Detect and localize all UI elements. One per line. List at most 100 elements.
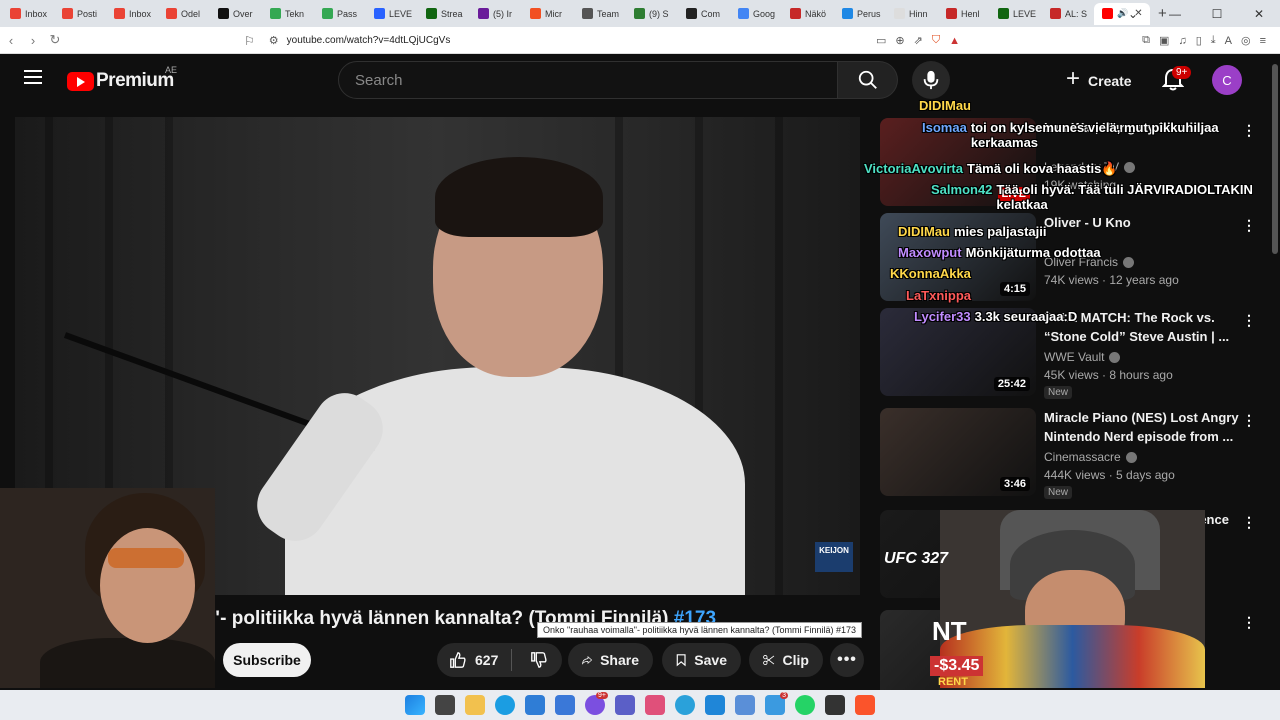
forward-icon[interactable]: › — [22, 33, 44, 48]
avatar[interactable]: C — [1212, 65, 1242, 95]
recommendation-channel[interactable]: Cinemassacre — [1044, 450, 1137, 464]
recommendation-title[interactable]: Miracle Piano (NES) Lost Angry Nintendo … — [1044, 408, 1240, 446]
browser-tab[interactable]: (5) Ir — [470, 3, 522, 25]
menu-dots-icon[interactable]: ≡ — [1260, 35, 1266, 47]
scrollbar-thumb[interactable] — [1272, 64, 1278, 254]
photos-icon[interactable] — [645, 695, 665, 715]
browser-tab[interactable]: Odel — [158, 3, 210, 25]
browser-tab[interactable]: Strea — [418, 3, 470, 25]
chat-username: Lycifer33 — [914, 309, 971, 324]
tab-label: Goog — [753, 8, 776, 19]
recommendation-title[interactable]: Oliver - U Kno — [1044, 213, 1240, 232]
site-info-icon[interactable]: ⚙ — [269, 34, 279, 47]
browser-tab[interactable]: Team — [574, 3, 626, 25]
browser-tab[interactable]: Over — [210, 3, 262, 25]
address-bar: ‹ › ↻ ⚐ ⚙ youtube.com/watch?v=4dtLQjUCgV… — [0, 27, 1280, 54]
browser-tab[interactable]: LEVE — [990, 3, 1042, 25]
voice-search-button[interactable] — [912, 61, 950, 99]
browser-tab[interactable]: Com — [678, 3, 730, 25]
recommendation-channel[interactable]: WWE Vault — [1044, 350, 1121, 364]
zoom-icon[interactable]: ⊕ — [895, 34, 904, 47]
kebab-menu-icon[interactable]: ⋮ — [1242, 312, 1256, 329]
messenger-icon[interactable]: 9+ — [585, 692, 608, 715]
browser-tab[interactable]: (9) S — [626, 3, 678, 25]
file-explorer-icon[interactable] — [465, 695, 485, 715]
windows-start-icon[interactable] — [405, 695, 425, 715]
notepad-icon[interactable] — [735, 695, 755, 715]
share-page-icon[interactable]: ⇗ — [914, 34, 923, 47]
search-input[interactable]: Search — [338, 61, 838, 99]
messages-icon[interactable]: 3 — [765, 692, 788, 715]
task-view-icon[interactable] — [435, 695, 455, 715]
browser-tab[interactable]: Henl — [938, 3, 990, 25]
browser-tab[interactable]: Pass — [314, 3, 366, 25]
shield-icon[interactable]: ⛉ — [932, 34, 940, 47]
whatsapp-icon[interactable] — [795, 695, 815, 715]
calculator-icon[interactable] — [825, 695, 845, 715]
close-window-icon[interactable]: ✕ — [1238, 7, 1280, 21]
kebab-menu-icon[interactable]: ⋮ — [1242, 217, 1256, 234]
maximize-icon[interactable]: ☐ — [1196, 7, 1238, 21]
browser-tab[interactable]: Hinn — [886, 3, 938, 25]
chat-username: Isomaa — [922, 120, 967, 135]
tab-search-icon[interactable]: ⌄ — [1112, 7, 1154, 21]
like-button[interactable]: 627 — [437, 649, 512, 671]
hamburger-menu-icon[interactable] — [24, 70, 42, 84]
telegram-icon[interactable] — [675, 695, 695, 715]
cast-icon[interactable]: ▭ — [876, 34, 886, 47]
browser-tab[interactable]: Perus — [834, 3, 886, 25]
kebab-menu-icon[interactable]: ⋮ — [1242, 614, 1256, 631]
phone-link-icon[interactable] — [555, 695, 575, 715]
video-thumbnail[interactable]: 3:46 — [880, 408, 1036, 496]
store-icon[interactable] — [525, 695, 545, 715]
youtube-premium-logo[interactable]: Premium AE — [67, 65, 177, 92]
browser-tab[interactable]: Tekn — [262, 3, 314, 25]
notification-badge: 9+ — [1172, 66, 1192, 79]
search-button[interactable] — [838, 61, 898, 99]
more-actions-button[interactable]: ••• — [830, 643, 864, 677]
media-icon[interactable]: ♫ — [1178, 35, 1186, 47]
share-button[interactable]: Share — [568, 643, 653, 677]
tabs-icon[interactable]: ▣ — [1159, 34, 1169, 47]
reload-icon[interactable]: ↻ — [44, 32, 66, 48]
kebab-menu-icon[interactable]: ⋮ — [1242, 412, 1256, 429]
tab-favicon-icon — [270, 8, 281, 19]
subscribe-button[interactable]: Subscribe — [223, 643, 311, 677]
warning-icon[interactable]: ▲ — [949, 35, 960, 47]
browser-tab[interactable]: AL: S — [1042, 3, 1094, 25]
teams-icon[interactable] — [615, 695, 635, 715]
sidebar-icon[interactable]: ▯ — [1196, 34, 1202, 47]
browser-tab[interactable]: LEVE — [366, 3, 418, 25]
bookmark-icon[interactable]: ⚐ — [244, 34, 255, 48]
chat-message: Isomaa toi on kylsemunes vielä, mut pikku… — [922, 120, 1251, 150]
vpn-icon[interactable]: ◎ — [1241, 34, 1251, 47]
minimize-icon[interactable]: — — [1154, 7, 1196, 21]
browser-tab[interactable]: Inbox — [106, 3, 158, 25]
title-tooltip: Onko "rauhaa voimalla"- politiikka hyvä … — [537, 622, 863, 638]
ufc-thumbnail-text: UFC 327 — [884, 550, 949, 567]
extensions-icon[interactable]: ⧉ — [1142, 34, 1150, 47]
save-button[interactable]: Save — [662, 643, 741, 677]
downloads-icon[interactable]: ⤓ — [1211, 34, 1216, 47]
dislike-button[interactable] — [520, 651, 548, 669]
channel-watermark[interactable]: KEIJON — [815, 542, 853, 572]
browser-tab[interactable]: Inbox — [2, 3, 54, 25]
recommendation-meta: 444K views · 5 days ago — [1044, 468, 1175, 482]
clip-button[interactable]: Clip — [749, 643, 823, 677]
recommendation-item[interactable]: 3:46 Miracle Piano (NES) Lost Angry Ninte… — [880, 408, 1260, 499]
page-scrollbar[interactable] — [1270, 54, 1280, 690]
browser-tab[interactable]: Näkö — [782, 3, 834, 25]
brave-icon[interactable] — [855, 695, 875, 715]
create-button[interactable]: + Create — [1066, 65, 1132, 93]
chat-message: Salmon42 Tää oli hyvä. Tää tuli JÄRVIRADI… — [931, 182, 1276, 212]
microphone-icon — [923, 70, 939, 90]
translate-icon[interactable]: A — [1225, 35, 1232, 47]
browser-tab[interactable]: Posti — [54, 3, 106, 25]
chat-text: Mönkijäturma odottaa — [965, 245, 1101, 260]
browser-tab[interactable]: Goog — [730, 3, 782, 25]
edge-icon[interactable] — [495, 695, 515, 715]
browser-tab[interactable]: Micr — [522, 3, 574, 25]
vscode-icon[interactable] — [705, 695, 725, 715]
back-icon[interactable]: ‹ — [0, 33, 22, 48]
kebab-menu-icon[interactable]: ⋮ — [1242, 514, 1256, 531]
